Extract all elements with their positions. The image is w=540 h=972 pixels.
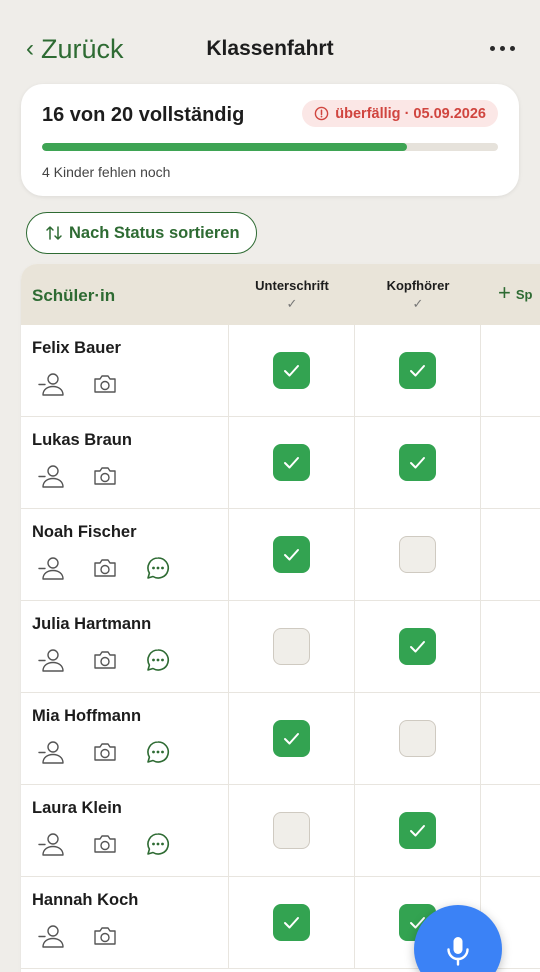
person-icon[interactable] xyxy=(38,923,66,949)
status-checkbox[interactable] xyxy=(273,628,310,665)
status-checkbox[interactable] xyxy=(399,444,436,481)
status-cell xyxy=(229,785,355,877)
status-checkbox[interactable] xyxy=(399,628,436,665)
column-complete-check-icon: ✓ xyxy=(412,296,424,311)
student-table: Schüler·in Unterschrift ✓ Kopfhörer ✓ + … xyxy=(21,264,540,972)
empty-cell xyxy=(481,417,540,509)
table-row: Julia Hartmann xyxy=(21,601,540,693)
camera-icon[interactable] xyxy=(91,647,119,673)
student-cell: Mia Hoffmann xyxy=(21,693,229,785)
person-icon[interactable] xyxy=(38,463,66,489)
student-cell: Felix Bauer xyxy=(21,325,229,417)
progress-fill xyxy=(42,143,407,151)
person-icon[interactable] xyxy=(38,831,66,857)
camera-icon[interactable] xyxy=(91,555,119,581)
person-icon[interactable] xyxy=(38,647,66,673)
empty-cell xyxy=(481,601,540,693)
status-cell xyxy=(229,693,355,785)
more-horizontal-icon[interactable] xyxy=(490,46,515,51)
student-cell: Hannah Koch xyxy=(21,877,229,969)
chat-bubble-icon[interactable] xyxy=(144,739,172,765)
person-icon[interactable] xyxy=(38,555,66,581)
overdue-badge: überfällig · 05.09.2026 xyxy=(302,100,498,127)
chat-bubble-icon[interactable] xyxy=(144,647,172,673)
sort-arrows-icon xyxy=(46,226,62,240)
status-cell xyxy=(355,785,481,877)
status-cell xyxy=(229,509,355,601)
student-cell: Noah Fischer xyxy=(21,509,229,601)
completion-progress-bar xyxy=(42,143,498,151)
status-checkbox[interactable] xyxy=(273,904,310,941)
chat-bubble-icon[interactable] xyxy=(144,831,172,857)
status-cell xyxy=(355,325,481,417)
status-checkbox[interactable] xyxy=(399,352,436,389)
status-checkbox[interactable] xyxy=(399,720,436,757)
summary-card: 16 von 20 vollständig überfällig · 05.09… xyxy=(21,84,519,196)
table-row: Mia Hoffmann xyxy=(21,693,540,785)
table-row: Lukas Braun xyxy=(21,417,540,509)
status-cell xyxy=(355,417,481,509)
column-complete-check-icon: ✓ xyxy=(286,296,298,311)
student-cell: Lukas Braun xyxy=(21,417,229,509)
missing-count: 4 Kinder fehlen noch xyxy=(42,164,171,180)
chat-bubble-icon[interactable] xyxy=(144,555,172,581)
empty-cell xyxy=(481,325,540,417)
page-title: Klassenfahrt xyxy=(206,37,334,60)
plus-icon: + xyxy=(498,280,511,305)
column-header-headphones[interactable]: Kopfhörer ✓ xyxy=(355,278,481,312)
alert-circle-icon xyxy=(314,106,329,121)
person-icon[interactable] xyxy=(38,371,66,397)
microphone-icon xyxy=(447,937,469,966)
camera-icon[interactable] xyxy=(91,831,119,857)
student-name: Felix Bauer xyxy=(32,339,121,357)
camera-icon[interactable] xyxy=(91,923,119,949)
status-checkbox[interactable] xyxy=(273,812,310,849)
student-name: Julia Hartmann xyxy=(32,615,152,633)
status-cell xyxy=(355,693,481,785)
status-cell xyxy=(229,417,355,509)
table-row: Laura Klein xyxy=(21,785,540,877)
add-column-button[interactable]: + Sp xyxy=(498,280,532,305)
student-name: Lukas Braun xyxy=(32,431,132,449)
status-checkbox[interactable] xyxy=(273,352,310,389)
status-checkbox[interactable] xyxy=(273,536,310,573)
status-checkbox[interactable] xyxy=(399,536,436,573)
camera-icon[interactable] xyxy=(91,463,119,489)
student-name: Mia Hoffmann xyxy=(32,707,142,725)
status-cell xyxy=(229,325,355,417)
student-cell: Julia Hartmann xyxy=(21,601,229,693)
empty-cell xyxy=(481,693,540,785)
empty-cell xyxy=(481,509,540,601)
student-name: Hannah Koch xyxy=(32,891,139,909)
completion-count: 16 von 20 vollständig xyxy=(42,104,245,126)
camera-icon[interactable] xyxy=(91,371,119,397)
status-cell xyxy=(355,509,481,601)
table-header: Schüler·in Unterschrift ✓ Kopfhörer ✓ + … xyxy=(21,264,540,325)
camera-icon[interactable] xyxy=(91,739,119,765)
empty-cell xyxy=(481,785,540,877)
table-row: Felix Bauer xyxy=(21,325,540,417)
status-cell xyxy=(229,877,355,969)
overdue-text: überfällig · 05.09.2026 xyxy=(335,105,486,122)
status-checkbox[interactable] xyxy=(399,812,436,849)
sort-label: Nach Status sortieren xyxy=(69,223,240,242)
person-icon[interactable] xyxy=(38,739,66,765)
status-cell xyxy=(355,601,481,693)
column-header-student: Schüler·in xyxy=(32,286,116,305)
sort-by-status-button[interactable]: Nach Status sortieren xyxy=(26,212,257,254)
status-checkbox[interactable] xyxy=(273,444,310,481)
column-header-signature[interactable]: Unterschrift ✓ xyxy=(229,278,355,312)
table-row: Noah Fischer xyxy=(21,509,540,601)
status-cell xyxy=(229,601,355,693)
student-name: Laura Klein xyxy=(32,799,122,817)
student-cell: Laura Klein xyxy=(21,785,229,877)
student-name: Noah Fischer xyxy=(32,523,137,541)
status-checkbox[interactable] xyxy=(273,720,310,757)
